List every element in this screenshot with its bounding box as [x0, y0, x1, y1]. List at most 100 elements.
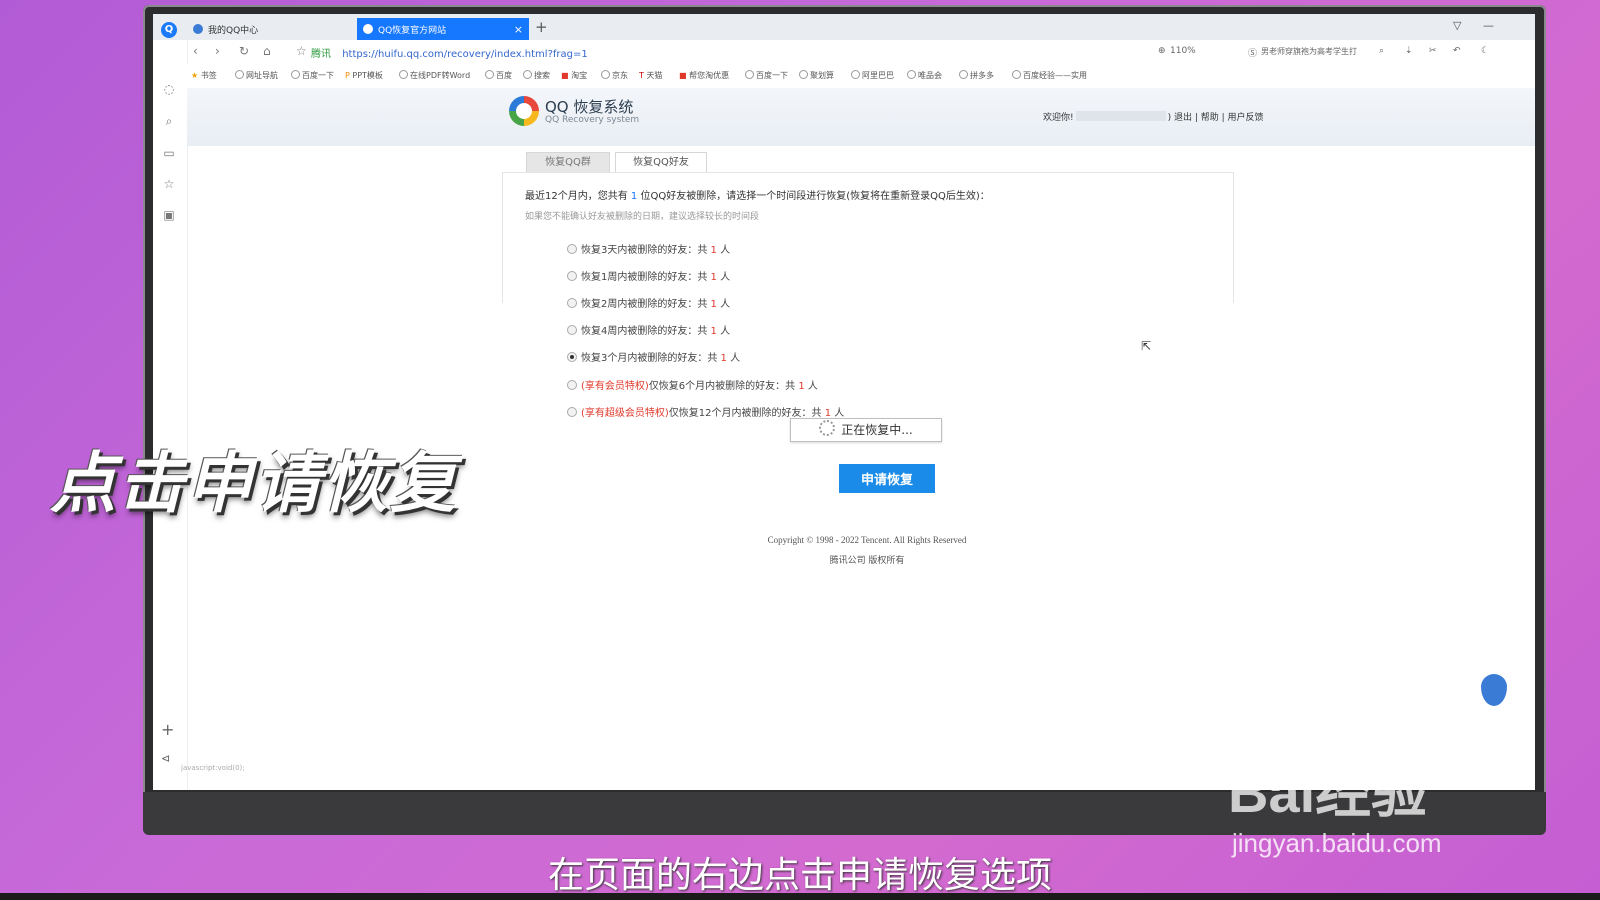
- globe-icon: [485, 70, 494, 79]
- globe-icon: [959, 70, 968, 79]
- new-tab-button[interactable]: +: [535, 18, 548, 36]
- bookmark-item[interactable]: 百度一下: [291, 70, 334, 81]
- apply-recovery-button[interactable]: 申请恢复: [839, 464, 935, 493]
- url-text: https://huifu.qq.com/recovery/index.html…: [342, 49, 588, 60]
- pdf-icon: [399, 70, 408, 79]
- radio-button[interactable]: [567, 407, 577, 417]
- site-name: 腾讯: [311, 49, 331, 60]
- option-3-days[interactable]: 恢复3天内被删除的好友：共 1 人: [567, 241, 730, 256]
- back-icon[interactable]: ‹: [193, 44, 198, 58]
- option-1-week[interactable]: 恢复1周内被删除的好友：共 1 人: [567, 268, 730, 283]
- bookmark-item[interactable]: 百度一下: [745, 70, 788, 81]
- undo-icon[interactable]: ↶: [1453, 46, 1461, 56]
- logo-title: QQ 恢复系统: [545, 98, 634, 116]
- baidu-watermark: Bai经验: [1228, 761, 1428, 824]
- status-bar-url: javascript:void(0);: [181, 764, 245, 772]
- tab-recover-friends[interactable]: 恢复QQ好友: [615, 152, 707, 173]
- bookmark-item[interactable]: 聚划算: [799, 70, 834, 81]
- star-icon[interactable]: ☆: [296, 44, 307, 58]
- chat-icon[interactable]: ◌: [162, 82, 176, 96]
- qq-recovery-logo-icon: [509, 96, 539, 126]
- account-links[interactable]: ) 退出 | 帮助 | 用户反馈: [1168, 113, 1264, 123]
- radio-button[interactable]: [567, 380, 577, 390]
- download-icon[interactable]: ⇣: [1405, 46, 1413, 56]
- bookmark-item[interactable]: ■ 帮您淘优惠: [679, 70, 729, 81]
- search-icon[interactable]: ⌕: [1379, 46, 1384, 56]
- zoom-level[interactable]: 110%: [1170, 46, 1196, 56]
- tab-qq-recovery[interactable]: QQ恢复官方网站 ×: [357, 18, 529, 40]
- search-engine-icon[interactable]: Ⓢ: [1248, 46, 1257, 59]
- bookmark-item[interactable]: 搜索: [523, 70, 550, 81]
- option-4-weeks[interactable]: 恢复4周内被删除的好友：共 1 人: [567, 322, 730, 337]
- tab-my-qq-center[interactable]: 我的QQ中心: [187, 18, 357, 40]
- globe-icon: [1012, 70, 1021, 79]
- intro-text: 最近12个月内，您共有 1 位QQ好友被删除，请选择一个时间段进行恢复(恢复将在…: [525, 191, 990, 202]
- home-icon[interactable]: ⌂: [263, 44, 271, 58]
- option-6-months-vip[interactable]: (享有会员特权)仅恢复6个月内被删除的好友：共 1 人: [567, 377, 818, 392]
- forward-icon[interactable]: ›: [215, 44, 220, 58]
- security-shield-icon[interactable]: [1481, 674, 1507, 706]
- scissors-icon[interactable]: ✂: [1429, 46, 1437, 56]
- option-2-weeks[interactable]: 恢复2周内被删除的好友：共 1 人: [567, 295, 730, 310]
- welcome-text: 欢迎你!: [1043, 113, 1074, 123]
- bookmarks-bar: ★ 书签 网址导航 百度一下 P PPT模板 在线PDF转Word 百度 搜索 …: [187, 64, 1535, 89]
- minimize-icon[interactable]: —: [1483, 19, 1494, 32]
- bookmark-item[interactable]: ★ 书签: [191, 70, 217, 81]
- company-notice: 腾讯公司 版权所有: [829, 556, 905, 566]
- collapse-sidebar-icon[interactable]: ⊲: [161, 752, 170, 765]
- ppt-icon: P: [345, 71, 350, 80]
- video-caption: 点击申请恢复: [50, 445, 458, 522]
- refresh-icon[interactable]: ↻: [239, 44, 249, 58]
- bookmark-item[interactable]: 京东: [601, 70, 628, 81]
- radio-button-selected[interactable]: [567, 352, 577, 362]
- coupon-icon: ■: [679, 71, 687, 80]
- option-12-months-svip[interactable]: (享有超级会员特权)仅恢复12个月内被删除的好友：共 1 人: [567, 404, 844, 419]
- close-tab-icon[interactable]: ×: [514, 23, 523, 36]
- search-hint[interactable]: 男老师穿旗袍为高考学生打: [1261, 46, 1357, 57]
- globe-icon: [745, 70, 754, 79]
- book-icon[interactable]: ▭: [162, 146, 176, 160]
- bottom-bar: [0, 893, 1600, 900]
- bookmark-item[interactable]: 唯品会: [907, 70, 942, 81]
- bookmark-item[interactable]: T 天猫: [639, 70, 662, 81]
- add-icon[interactable]: +: [161, 720, 174, 739]
- zoom-icon[interactable]: ⊕: [1158, 46, 1166, 56]
- bookmark-item[interactable]: 百度: [485, 70, 512, 81]
- bookmark-item[interactable]: 网址导航: [235, 70, 278, 81]
- qq-recovery-header: QQ 恢复系统 QQ Recovery system 欢迎你! ) 退出 | 帮助…: [187, 88, 1535, 146]
- radio-button[interactable]: [567, 298, 577, 308]
- tab-bar: Q 我的QQ中心 QQ恢复官方网站 × + ▽ —: [153, 14, 1535, 40]
- shirt-skin-icon[interactable]: ▽: [1453, 19, 1461, 32]
- url-field[interactable]: 腾讯 https://huifu.qq.com/recovery/index.h…: [311, 45, 588, 60]
- bookmark-item[interactable]: 拼多多: [959, 70, 994, 81]
- welcome-links[interactable]: 欢迎你! ) 退出 | 帮助 | 用户反馈: [1043, 110, 1264, 123]
- mouse-cursor-icon: ⇱: [1141, 339, 1152, 353]
- video-subtitle: 在页面的右边点击申请恢复选项: [547, 855, 1052, 896]
- bookmark-item[interactable]: 在线PDF转Word: [399, 70, 470, 81]
- globe-icon: [193, 24, 203, 34]
- star-icon: ★: [191, 71, 199, 80]
- tab-label: 我的QQ中心: [208, 25, 259, 36]
- option-3-months[interactable]: 恢复3个月内被删除的好友：共 1 人: [567, 349, 740, 364]
- qq-browser-logo-icon: Q: [161, 22, 177, 38]
- globe-icon: [799, 70, 808, 79]
- redacted-username: [1075, 111, 1166, 121]
- radio-button[interactable]: [567, 244, 577, 254]
- logo-subtitle: QQ Recovery system: [545, 115, 640, 125]
- copyright: Copyright © 1998 - 2022 Tencent. All Rig…: [767, 535, 967, 545]
- bookmark-item[interactable]: 阿里巴巴: [851, 70, 894, 81]
- moon-icon[interactable]: ☾: [1481, 46, 1489, 56]
- taobao-icon: ■: [561, 71, 569, 80]
- bookmark-item[interactable]: ■ 淘宝: [561, 70, 587, 81]
- tmall-icon: T: [639, 71, 644, 80]
- bookmark-item[interactable]: 百度经验——实用: [1012, 70, 1087, 81]
- favorite-star-icon[interactable]: ☆: [162, 177, 176, 191]
- search-icon[interactable]: ⌕: [162, 114, 176, 128]
- hint-text: 如果您不能确认好友被删除的日期，建议选择较长的时间段: [525, 212, 760, 222]
- spinner-icon: [819, 420, 836, 436]
- bookmark-item[interactable]: P PPT模板: [345, 70, 383, 81]
- translate-icon[interactable]: ▣: [162, 208, 176, 222]
- radio-button[interactable]: [567, 271, 577, 281]
- tab-recover-group[interactable]: 恢复QQ群: [526, 152, 610, 173]
- radio-button[interactable]: [567, 325, 577, 335]
